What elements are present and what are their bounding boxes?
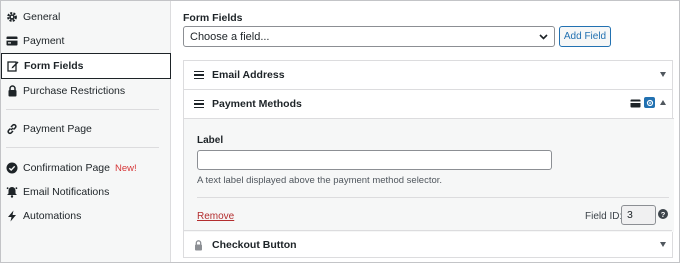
field-title: Payment Methods (212, 98, 302, 110)
sidebar-item-general[interactable]: General (1, 5, 171, 29)
stripe-link-icon (644, 97, 655, 108)
remove-link[interactable]: Remove (197, 211, 234, 222)
field-settings-payment-methods: Label A text label displayed above the p… (184, 118, 674, 232)
lock-icon (194, 239, 204, 251)
sidebar-item-label: Automations (23, 210, 82, 222)
field-row-payment-methods[interactable]: Payment Methods (184, 90, 674, 118)
edit-icon (7, 60, 19, 72)
sidebar-item-automations[interactable]: Automations (1, 204, 171, 228)
sidebar-item-payment-page[interactable]: Payment Page (1, 117, 171, 141)
drag-handle-icon[interactable] (194, 70, 204, 80)
field-row-checkout-button[interactable]: Checkout Button (184, 231, 674, 259)
label-field-label: Label (197, 135, 224, 146)
gear-icon (6, 11, 18, 23)
credit-card-icon (630, 99, 641, 111)
sidebar-item-label: Form Fields (24, 60, 84, 72)
field-id-input: 3 (621, 205, 656, 225)
sidebar-item-label: Purchase Restrictions (23, 85, 126, 97)
bell-icon (6, 186, 18, 198)
main-content: Form Fields Choose a field... Add Field … (183, 1, 674, 262)
select-value: Choose a field... (190, 30, 270, 43)
sidebar-item-label: Confirmation Page (23, 162, 110, 174)
caret-down-icon[interactable] (660, 72, 666, 77)
lock-icon (6, 85, 18, 97)
fields-list: Email Address Payment Methods Label A te… (183, 60, 674, 259)
sidebar-item-email-notifications[interactable]: Email Notifications (1, 180, 171, 204)
bolt-icon (6, 210, 18, 222)
sidebar: General Payment Form Fields Purchase Res… (1, 1, 171, 262)
sidebar-item-confirmation-page[interactable]: Confirmation Page New! (1, 156, 171, 180)
sidebar-item-payment[interactable]: Payment (1, 29, 171, 53)
field-row-email-address[interactable]: Email Address (184, 61, 674, 89)
label-input[interactable] (197, 150, 552, 170)
sidebar-item-label: General (23, 11, 61, 23)
credit-card-icon (6, 35, 18, 47)
sidebar-item-form-fields[interactable]: Form Fields (1, 53, 171, 79)
sidebar-item-label: Payment (23, 35, 65, 47)
add-field-button[interactable]: Add Field (559, 26, 611, 47)
sidebar-divider (6, 109, 159, 110)
drag-handle-icon[interactable] (194, 99, 204, 109)
sidebar-item-label: Payment Page (23, 123, 92, 135)
sidebar-divider (6, 147, 159, 148)
sidebar-item-label: Email Notifications (23, 186, 110, 198)
settings-window: General Payment Form Fields Purchase Res… (0, 0, 680, 263)
new-badge: New! (114, 162, 137, 174)
section-title: Form Fields (183, 12, 243, 24)
field-title: Email Address (212, 69, 285, 81)
field-title: Checkout Button (212, 239, 297, 251)
chevron-down-icon (538, 31, 549, 42)
divider (197, 197, 669, 198)
sidebar-item-purchase-restrictions[interactable]: Purchase Restrictions (1, 79, 171, 103)
caret-up-icon[interactable] (660, 100, 666, 105)
field-id-label: Field ID: (585, 211, 623, 222)
help-text: A text label displayed above the payment… (197, 175, 443, 186)
link-icon (6, 123, 18, 135)
help-icon[interactable]: ? (658, 209, 668, 219)
field-type-select[interactable]: Choose a field... (183, 26, 555, 47)
caret-down-icon[interactable] (660, 242, 666, 247)
check-circle-icon (6, 162, 18, 174)
